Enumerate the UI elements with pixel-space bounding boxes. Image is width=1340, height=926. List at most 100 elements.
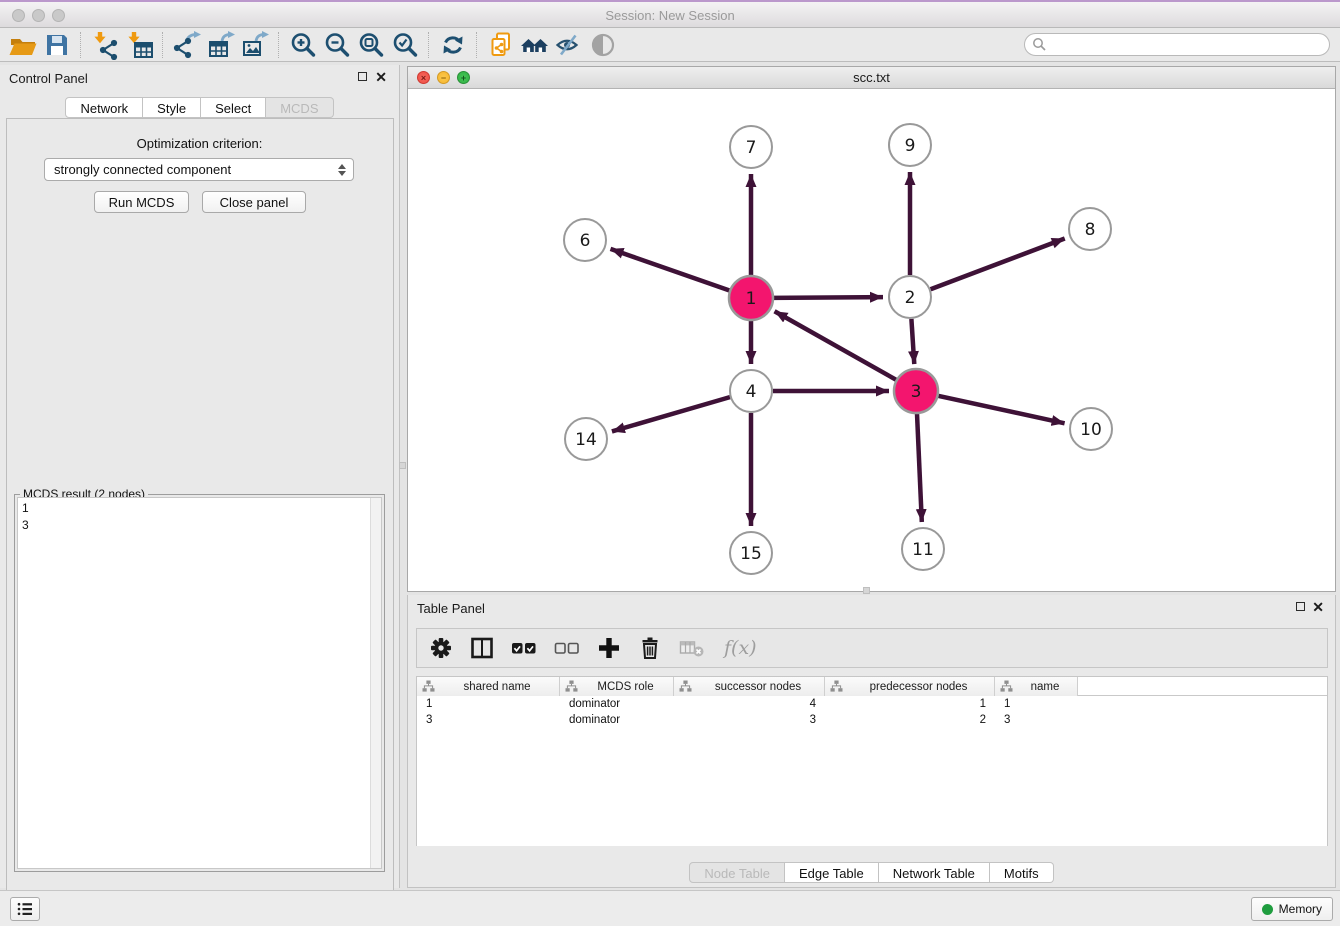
table-cell: 3: [417, 714, 560, 726]
delete-table-button[interactable]: [679, 637, 705, 659]
import-network-button[interactable]: [88, 30, 122, 60]
table-cell: 3: [674, 714, 825, 726]
column-header-name[interactable]: name: [995, 677, 1078, 696]
import-table-button[interactable]: [122, 30, 156, 60]
tab-network-table[interactable]: Network Table: [879, 862, 990, 883]
column-header-predecessor-nodes[interactable]: predecessor nodes: [825, 677, 995, 696]
column-header-successor-nodes[interactable]: successor nodes: [674, 677, 825, 696]
search-icon: [1032, 37, 1047, 52]
svg-text:6: 6: [580, 231, 591, 251]
run-mcds-button[interactable]: Run MCDS: [94, 191, 189, 213]
network-from-file-button[interactable]: [484, 30, 518, 60]
export-network-button[interactable]: [170, 30, 204, 60]
graph-node-4[interactable]: 4: [730, 370, 772, 412]
close-panel-button[interactable]: Close panel: [202, 191, 306, 213]
graph-edge-1-6[interactable]: [610, 249, 730, 291]
graph-node-3[interactable]: 3: [894, 369, 938, 413]
home-button[interactable]: [518, 30, 552, 60]
graph-edge-3-11[interactable]: [917, 413, 922, 522]
save-session-button[interactable]: [40, 30, 74, 60]
graph-edge-3-1[interactable]: [775, 311, 897, 380]
result-scrollbar[interactable]: [370, 498, 381, 868]
control-panel-header: Control Panel ✕: [0, 65, 399, 91]
zoom-in-button[interactable]: [286, 30, 320, 60]
function-builder-button[interactable]: f(x): [724, 637, 757, 659]
add-row-button[interactable]: [597, 636, 621, 660]
tab-style[interactable]: Style: [143, 97, 201, 118]
column-type-icon: [679, 680, 692, 693]
column-header-mcds-role[interactable]: MCDS role: [560, 677, 674, 696]
export-image-button[interactable]: [238, 30, 272, 60]
export-image-icon: [240, 30, 270, 60]
hide-selected-button[interactable]: [552, 30, 586, 60]
network-graph-canvas[interactable]: 7 9 6 8 1 2 4 3 14 10 15 11: [408, 89, 1335, 591]
graph-node-6[interactable]: 6: [564, 219, 606, 261]
column-header-shared-name[interactable]: shared name: [417, 677, 560, 696]
show-columns-button[interactable]: [470, 636, 494, 660]
graph-edge-4-14[interactable]: [612, 397, 730, 431]
table-row[interactable]: 3dominator323: [417, 712, 1327, 728]
table-panel-tabs: Node TableEdge TableNetwork TableMotifs: [408, 862, 1335, 883]
control-panel-tabs: NetworkStyleSelectMCDS: [0, 97, 399, 118]
criterion-dropdown[interactable]: strongly connected component: [44, 158, 354, 181]
column-type-icon: [1000, 680, 1013, 693]
graph-edge-2-8[interactable]: [931, 239, 1065, 290]
graph-node-9[interactable]: 9: [889, 124, 931, 166]
table-panel-close-icon[interactable]: ✕: [1312, 598, 1324, 616]
table-panel-float-icon[interactable]: [1296, 602, 1305, 611]
svg-text:7: 7: [746, 138, 757, 158]
tab-motifs[interactable]: Motifs: [990, 862, 1054, 883]
zoom-fit-button[interactable]: [354, 30, 388, 60]
memory-button[interactable]: Memory: [1251, 897, 1333, 921]
splitter-grip-left[interactable]: [399, 462, 406, 469]
graph-node-1[interactable]: 1: [729, 276, 773, 320]
graph-node-2[interactable]: 2: [889, 276, 931, 318]
tab-mcds[interactable]: MCDS: [266, 97, 333, 118]
tab-select[interactable]: Select: [201, 97, 266, 118]
open-session-button[interactable]: [6, 30, 40, 60]
tab-node-table[interactable]: Node Table: [689, 862, 785, 883]
graph-node-11[interactable]: 11: [902, 528, 944, 570]
graph-edge-3-10[interactable]: [937, 396, 1064, 424]
node-table[interactable]: shared nameMCDS rolesuccessor nodesprede…: [416, 676, 1328, 846]
table-settings-button[interactable]: [429, 636, 453, 660]
control-panel-float-icon[interactable]: [358, 72, 367, 81]
network-window-titlebar[interactable]: × − + scc.txt: [408, 67, 1335, 89]
gear-icon: [429, 636, 453, 660]
tab-edge-table[interactable]: Edge Table: [785, 862, 879, 883]
graph-edge-2-3[interactable]: [911, 319, 914, 364]
splitter-grip-bottom[interactable]: [863, 587, 870, 594]
search-input[interactable]: [1024, 33, 1330, 56]
main-toolbar: [0, 28, 1340, 62]
graph-node-15[interactable]: 15: [730, 532, 772, 574]
graph-node-7[interactable]: 7: [730, 126, 772, 168]
select-all-icon: [511, 636, 537, 660]
mcds-result-group: MCDS result (2 nodes) 1 3: [14, 494, 385, 872]
export-table-button[interactable]: [204, 30, 238, 60]
graph-node-10[interactable]: 10: [1070, 408, 1112, 450]
zoom-selected-button[interactable]: [388, 30, 422, 60]
graph-edge-1-2[interactable]: [773, 297, 883, 298]
memory-status-icon: [1262, 904, 1273, 915]
select-all-button[interactable]: [511, 636, 537, 660]
delete-row-button[interactable]: [638, 636, 662, 660]
tab-network[interactable]: Network: [65, 97, 143, 118]
show-all-button[interactable]: [586, 30, 620, 60]
task-history-button[interactable]: [10, 897, 40, 921]
deselect-all-button[interactable]: [554, 636, 580, 660]
table-cell: 4: [674, 698, 825, 710]
table-cell: 1: [417, 698, 560, 710]
list-icon: [16, 901, 34, 917]
zoom-out-button[interactable]: [320, 30, 354, 60]
apply-layout-button[interactable]: [436, 30, 470, 60]
window-title: Session: New Session: [0, 8, 1340, 23]
optimization-criterion-label: Optimization criterion:: [0, 136, 399, 151]
save-floppy-icon: [42, 30, 72, 60]
column-type-icon: [422, 680, 435, 693]
graph-node-8[interactable]: 8: [1069, 208, 1111, 250]
mcds-result-textarea[interactable]: 1 3: [17, 497, 382, 869]
control-panel-close-icon[interactable]: ✕: [375, 68, 387, 86]
network-window-title: scc.txt: [408, 70, 1335, 85]
graph-node-14[interactable]: 14: [565, 418, 607, 460]
table-row[interactable]: 1dominator411: [417, 696, 1327, 712]
